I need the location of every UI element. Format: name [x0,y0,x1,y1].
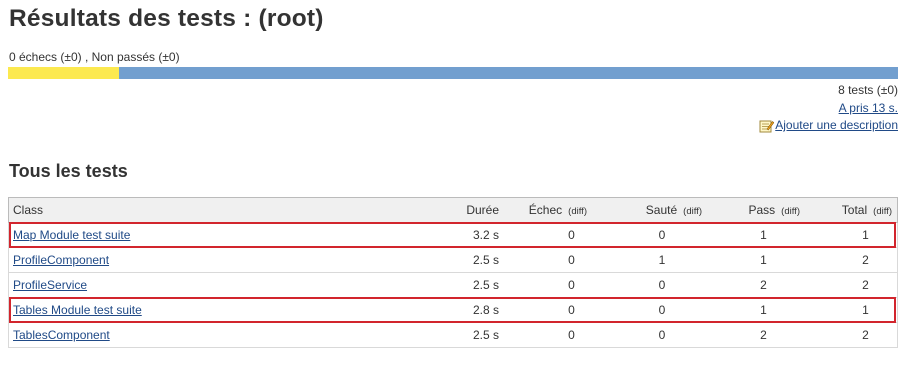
class-cell: TablesComponent [8,322,436,348]
pass-cell: 1 [707,297,805,323]
skip-cell: 0 [592,322,707,348]
class-link[interactable]: Tables Module test suite [13,303,142,317]
progress-skipped-segment [8,67,120,79]
skip-cell: 1 [592,247,707,273]
table-row: Map Module test suite 3.2 s0011 [8,222,898,248]
pass-cell: 2 [707,272,805,298]
skip-cell: 0 [592,272,707,298]
column-header-pass[interactable]: Pass (diff) [707,197,805,223]
table-row: ProfileService 2.5 s0022 [8,272,898,298]
pass-diff-header: (diff) [781,206,800,217]
class-cell: Map Module test suite [8,222,436,248]
skip-diff-header: (diff) [683,206,702,217]
table-header-row: Class Durée Échec (diff) Sauté (diff) Pass… [8,197,898,223]
column-header-duration[interactable]: Durée [436,197,504,223]
page-title: Résultats des tests : (root) [9,5,324,32]
add-description-link[interactable]: Ajouter une description [759,117,898,135]
duration-cell: 2.5 s [436,322,504,348]
test-meta: 8 tests (±0) A pris 13 s. Ajouter une de… [759,82,898,138]
column-header-fail[interactable]: Échec (diff) [504,197,592,223]
test-progress-bar [8,67,898,79]
fail-cell: 0 [504,297,592,323]
fail-cell: 0 [504,247,592,273]
class-cell: ProfileService [8,272,436,298]
fail-cell: 0 [504,272,592,298]
progress-passed-segment [119,67,898,79]
tests-count: 8 tests (±0) [838,83,898,97]
table-row: TablesComponent 2.5 s0022 [8,322,898,348]
add-description-label: Ajouter une description [775,118,898,132]
duration-cell: 2.5 s [436,247,504,273]
duration-cell: 2.5 s [436,272,504,298]
skip-cell: 0 [592,222,707,248]
class-link[interactable]: TablesComponent [13,328,110,342]
fail-cell: 0 [504,322,592,348]
pass-cell: 1 [707,247,805,273]
total-diff-header: (diff) [873,206,892,217]
class-link[interactable]: Map Module test suite [13,228,130,242]
duration-cell: 2.8 s [436,297,504,323]
tests-table: Class Durée Échec (diff) Sauté (diff) Pass… [8,197,898,348]
total-cell: 2 [805,322,898,348]
skip-cell: 0 [592,297,707,323]
total-cell: 1 [805,297,898,323]
pass-cell: 1 [707,222,805,248]
total-cell: 2 [805,247,898,273]
column-header-class[interactable]: Class [8,197,436,223]
class-cell: Tables Module test suite [8,297,436,323]
total-cell: 2 [805,272,898,298]
class-link[interactable]: ProfileComponent [13,253,109,267]
pass-cell: 2 [707,322,805,348]
section-title: Tous les tests [9,161,128,181]
column-header-skip[interactable]: Sauté (diff) [592,197,707,223]
table-row: Tables Module test suite 2.8 s0011 [8,297,898,323]
test-summary: 0 échecs (±0) , Non passés (±0) [9,50,180,64]
total-cell: 1 [805,222,898,248]
fail-cell: 0 [504,222,592,248]
duration-cell: 3.2 s [436,222,504,248]
class-link[interactable]: ProfileService [13,278,87,292]
column-header-total[interactable]: Total (diff) [805,197,898,223]
fail-diff-header: (diff) [568,206,587,217]
class-cell: ProfileComponent [8,247,436,273]
table-row: ProfileComponent 2.5 s0112 [8,247,898,273]
duration-link[interactable]: A pris 13 s. [839,101,898,115]
notepad-edit-icon [759,120,775,133]
